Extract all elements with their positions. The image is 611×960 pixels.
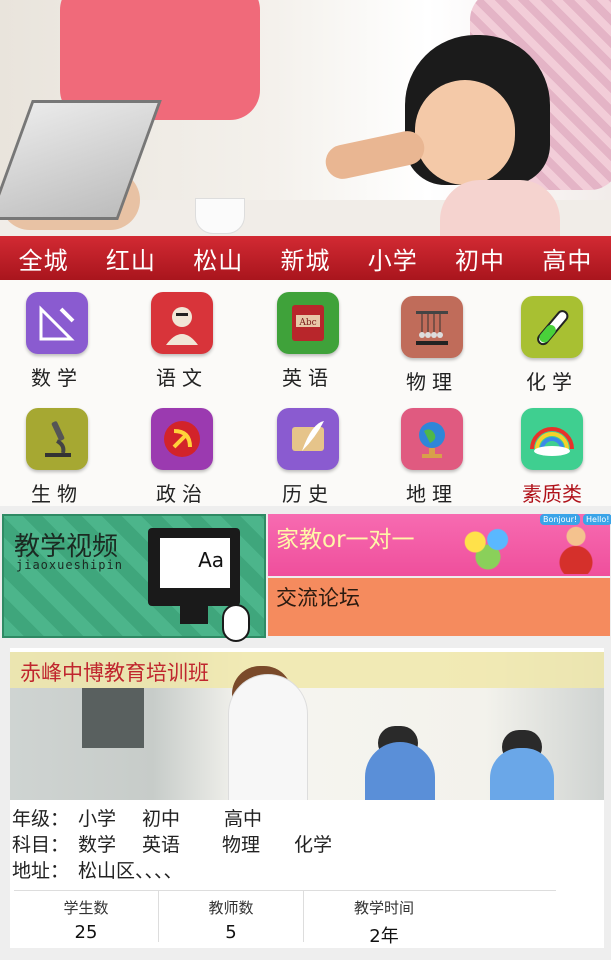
speech-bubble-hello: Hello! — [583, 514, 611, 525]
nav-item-hongshan[interactable]: 红山 — [87, 241, 174, 276]
nav-item-senior[interactable]: 高中 — [524, 241, 611, 276]
subject-value: 数学 — [78, 834, 117, 856]
whiteboard-icon: Aa — [160, 538, 230, 588]
grade-label: 年级： — [12, 808, 70, 830]
grade-value: 高中 — [224, 808, 263, 830]
school-name: 赤峰中博教育培训班 — [20, 661, 209, 685]
stat-value: 25 — [74, 922, 98, 943]
grade-value: 小学 — [78, 808, 117, 830]
subject-label: 语文 — [156, 366, 208, 390]
forum-title: 交流论坛 — [276, 586, 360, 610]
subject-label: 物理 — [406, 370, 458, 394]
subject-chinese[interactable]: 语文 — [132, 280, 232, 390]
grade-row: 年级： 小学 初中 高中 — [12, 806, 358, 832]
stat-teachers: 教师数 5 — [159, 891, 304, 943]
subject-label: 英语 — [282, 366, 334, 390]
scholar-portrait-icon — [151, 292, 213, 354]
subject-row-label: 科目： — [12, 834, 70, 856]
address-value: 松山区、、、、 — [78, 860, 183, 882]
stat-value: 2年 — [369, 926, 399, 947]
subject-label: 历史 — [282, 482, 334, 506]
photo-teacher — [228, 674, 308, 800]
hammer-sickle-icon — [151, 408, 213, 470]
subject-english[interactable]: Abc 英语 — [258, 280, 358, 390]
subject-physics[interactable]: 物理 — [382, 284, 482, 394]
stat-value: 5 — [225, 922, 237, 943]
school-card[interactable]: 赤峰中博教育培训班 年级： 小学 初中 高中 科目： 数学 英语 物理 化学 地… — [10, 648, 604, 948]
hero-banner[interactable] — [0, 0, 611, 236]
stat-teaching-time: 教学时间 2年 — [304, 891, 464, 947]
school-info: 年级： 小学 初中 高中 科目： 数学 英语 物理 化学 地址： 松山区、、、、 — [12, 806, 358, 884]
mouse-icon — [222, 604, 250, 642]
microscope-icon — [26, 408, 88, 470]
stat-label: 教师数 — [208, 899, 254, 917]
subject-label: 地理 — [406, 482, 458, 506]
globe-icon — [401, 408, 463, 470]
stat-students: 学生数 25 — [14, 891, 159, 943]
subject-label: 化学 — [526, 370, 578, 394]
newtons-cradle-icon — [401, 296, 463, 358]
school-stats: 学生数 25 教师数 5 教学时间 2年 — [14, 890, 556, 947]
abc-book-icon: Abc — [277, 292, 339, 354]
subject-value: 物理 — [222, 834, 261, 856]
hero-pointing-hand — [322, 127, 428, 183]
ruler-protractor-icon — [26, 292, 88, 354]
subject-label: 政治 — [156, 482, 208, 506]
subject-grid: 数学 语文 Abc 英语 物理 化学 生物 政治 历史 地理 素质类 — [0, 280, 611, 506]
nav-item-all-city[interactable]: 全城 — [0, 241, 87, 276]
students-group-icon — [456, 522, 520, 572]
subject-math[interactable]: 数学 — [7, 280, 107, 390]
subject-geography[interactable]: 地理 — [382, 396, 482, 506]
subject-chemistry[interactable]: 化学 — [502, 284, 602, 394]
rainbow-icon — [521, 408, 583, 470]
address-row: 地址： 松山区、、、、 — [12, 858, 358, 884]
photo-shelf — [82, 688, 144, 748]
speech-bubble-bonjour: Bonjour! — [540, 514, 581, 525]
scroll-quill-icon — [277, 408, 339, 470]
hero-girl-face — [415, 80, 515, 185]
subject-label: 生物 — [31, 482, 83, 506]
subject-history[interactable]: 历史 — [258, 396, 358, 506]
teaching-video-tile[interactable]: 教学视频 jiaoxueshipin Aa — [2, 514, 266, 642]
svg-text:Abc: Abc — [298, 318, 316, 328]
nav-item-xincheng[interactable]: 新城 — [262, 241, 349, 276]
nav-item-songshan[interactable]: 松山 — [175, 241, 262, 276]
teaching-video-pinyin: jiaoxueshipin — [16, 558, 123, 572]
forum-tile[interactable]: 交流论坛 — [268, 578, 610, 636]
photo-student — [365, 742, 435, 800]
nav-item-primary[interactable]: 小学 — [349, 241, 436, 276]
nav-item-junior[interactable]: 初中 — [436, 241, 523, 276]
subject-politics[interactable]: 政治 — [132, 396, 232, 506]
test-tube-icon — [521, 296, 583, 358]
subject-quality[interactable]: 素质类 — [502, 396, 602, 506]
tutor-title: 家教or一对一 — [276, 527, 415, 553]
grade-value: 初中 — [142, 808, 181, 830]
photo-student — [490, 748, 554, 800]
subject-row: 科目： 数学 英语 物理 化学 — [12, 832, 358, 858]
subject-biology[interactable]: 生物 — [7, 396, 107, 506]
region-level-nav: 全城 红山 松山 新城 小学 初中 高中 — [0, 236, 611, 280]
stat-label: 学生数 — [63, 899, 109, 917]
subject-value: 英语 — [142, 834, 181, 856]
tutor-one-on-one-tile[interactable]: 家教or一对一 Bonjour! Hello! — [268, 514, 611, 576]
monitor-stand — [180, 606, 208, 624]
subject-label: 素质类 — [522, 482, 582, 506]
hero-cup — [195, 198, 245, 234]
hero-girl-body — [440, 180, 560, 236]
address-label: 地址： — [12, 860, 70, 882]
stat-label: 教学时间 — [353, 899, 414, 917]
subject-value: 化学 — [294, 834, 333, 856]
subject-label: 数学 — [31, 366, 83, 390]
school-photo: 赤峰中博教育培训班 — [10, 652, 604, 800]
